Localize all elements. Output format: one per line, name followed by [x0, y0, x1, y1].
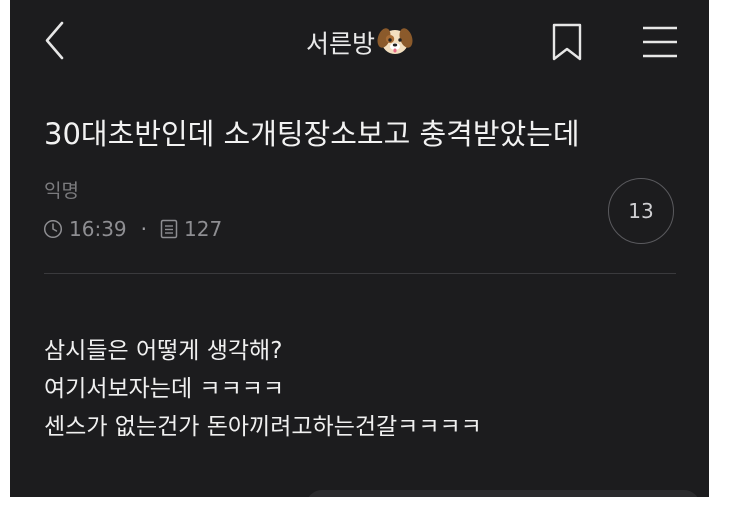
author-name[interactable]: 익명: [44, 177, 79, 205]
post-time: 16:39: [69, 217, 127, 241]
post-meta: 16:39 · 127: [43, 214, 222, 244]
post-title: 30대초반인데 소개팅장소보고 충격받았는데: [44, 117, 580, 151]
separator-dot: ·: [140, 217, 147, 241]
view-count: 127: [184, 217, 223, 241]
bookmark-icon: [552, 23, 582, 61]
hamburger-menu-icon: [643, 26, 677, 58]
app-screen: 서른방 30대초반인데 소개팅장소보고 충격받았는데 익명 16:39 · 12…: [10, 0, 709, 497]
post-body-line: 여기서보자는데 ㅋㅋㅋㅋ: [44, 376, 285, 402]
menu-button[interactable]: [640, 24, 680, 60]
clock-icon: [43, 219, 63, 239]
comment-count-badge[interactable]: 13: [608, 178, 674, 244]
post-body-line: 센스가 없는건가 돈아끼려고하는건갈ㅋㅋㅋㅋ: [44, 414, 482, 440]
divider: [44, 273, 676, 274]
board-title[interactable]: 서른방: [10, 24, 709, 67]
dog-face-icon: [377, 24, 413, 67]
top-navigation-bar: 서른방: [10, 0, 709, 82]
post-image[interactable]: [306, 490, 700, 497]
views-icon: [160, 219, 178, 239]
post-body-line: 삼시들은 어떻게 생각해?: [44, 338, 283, 364]
bookmark-button[interactable]: [550, 22, 584, 62]
post-body: 삼시들은 어떻게 생각해? 여기서보자는데 ㅋㅋㅋㅋ 센스가 없는건가 돈아끼려…: [44, 332, 684, 446]
board-name: 서른방: [305, 29, 375, 59]
